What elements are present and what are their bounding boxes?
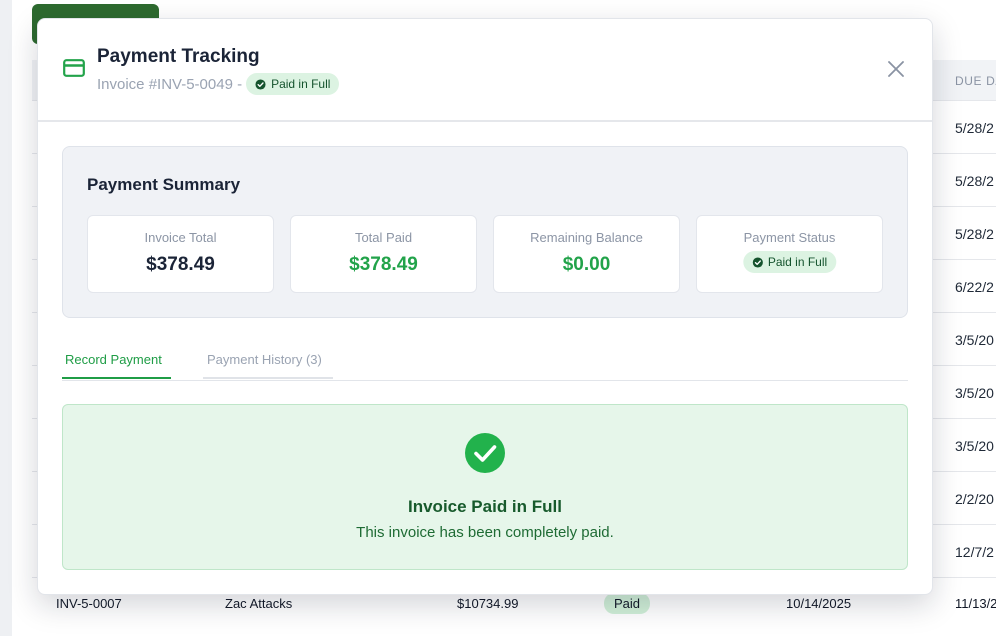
modal-header: Payment Tracking Invoice #INV-5-0049 - P…	[38, 19, 932, 122]
close-icon[interactable]	[886, 59, 906, 79]
total-paid-value: $378.49	[349, 254, 418, 275]
total-paid-card: Total Paid $378.49	[290, 215, 477, 293]
due-date-cell: 12/7/2	[955, 544, 994, 560]
invoice-total-card: Invoice Total $378.49	[87, 215, 274, 293]
due-date-cell: 3/5/20	[955, 385, 994, 401]
payment-status-label: Payment Status	[743, 230, 836, 245]
paid-in-full-panel: Invoice Paid in Full This invoice has be…	[62, 404, 908, 570]
status-badge: Paid in Full	[246, 73, 340, 95]
due-date-cell: 5/28/2	[955, 120, 994, 136]
due-date-cell: 11/13/2	[955, 596, 996, 611]
payment-tabs: Record Payment Payment History (3)	[62, 342, 908, 381]
credit-card-icon	[63, 59, 85, 77]
due-date-cell: 3/5/20	[955, 332, 994, 348]
payment-summary-title: Payment Summary	[87, 175, 241, 194]
inactive-tab-indicator	[203, 377, 333, 379]
payment-status-card: Payment Status Paid in Full	[696, 215, 883, 293]
issue-date-cell: 10/14/2025	[786, 596, 852, 611]
success-title: Invoice Paid in Full	[408, 497, 562, 516]
due-date-cell: 3/5/20	[955, 438, 994, 454]
status-badge-label: Paid in Full	[767, 255, 828, 269]
success-message: This invoice has been completely paid.	[356, 524, 614, 541]
status-badge: Paid in Full	[742, 251, 837, 273]
payment-summary: Payment Summary Invoice Total $378.49 To…	[62, 146, 908, 318]
client-cell: Zac Attacks	[225, 596, 293, 611]
amount-cell: $10734.99	[457, 596, 519, 611]
check-circle-icon	[255, 78, 266, 90]
modal-title: Payment Tracking	[97, 46, 260, 67]
payment-tracking-modal: Payment Tracking Invoice #INV-5-0049 - P…	[37, 18, 933, 595]
remaining-balance-value: $0.00	[562, 254, 611, 275]
invoice-total-label: Invoice Total	[144, 230, 217, 245]
active-tab-indicator	[62, 377, 171, 379]
due-date-cell: 5/28/2	[955, 173, 994, 189]
check-circle-large-icon	[465, 433, 505, 473]
tab-record-payment[interactable]: Record Payment	[65, 352, 162, 375]
due-date-cell: 6/22/2	[955, 279, 994, 295]
tab-payment-history[interactable]: Payment History (3)	[207, 352, 322, 375]
invoice-reference: Invoice #INV-5-0049 -	[97, 75, 243, 93]
due-date-cell: 2/2/20	[955, 491, 994, 507]
remaining-balance-label: Remaining Balance	[530, 230, 643, 245]
check-circle-icon	[752, 256, 763, 268]
due-date-column-header[interactable]: DUE DA	[955, 74, 996, 88]
status-badge: Paid	[604, 593, 651, 614]
remaining-balance-card: Remaining Balance $0.00	[493, 215, 680, 293]
invoice-number-cell: INV-5-0007	[56, 596, 122, 611]
invoice-total-value: $378.49	[146, 254, 215, 275]
total-paid-label: Total Paid	[354, 230, 413, 245]
due-date-cell: 5/28/2	[955, 226, 994, 242]
status-badge-label: Paid in Full	[271, 77, 331, 91]
modal-subtitle: Invoice #INV-5-0049 - Paid in Full	[97, 73, 340, 95]
background-left-strip	[0, 0, 12, 636]
